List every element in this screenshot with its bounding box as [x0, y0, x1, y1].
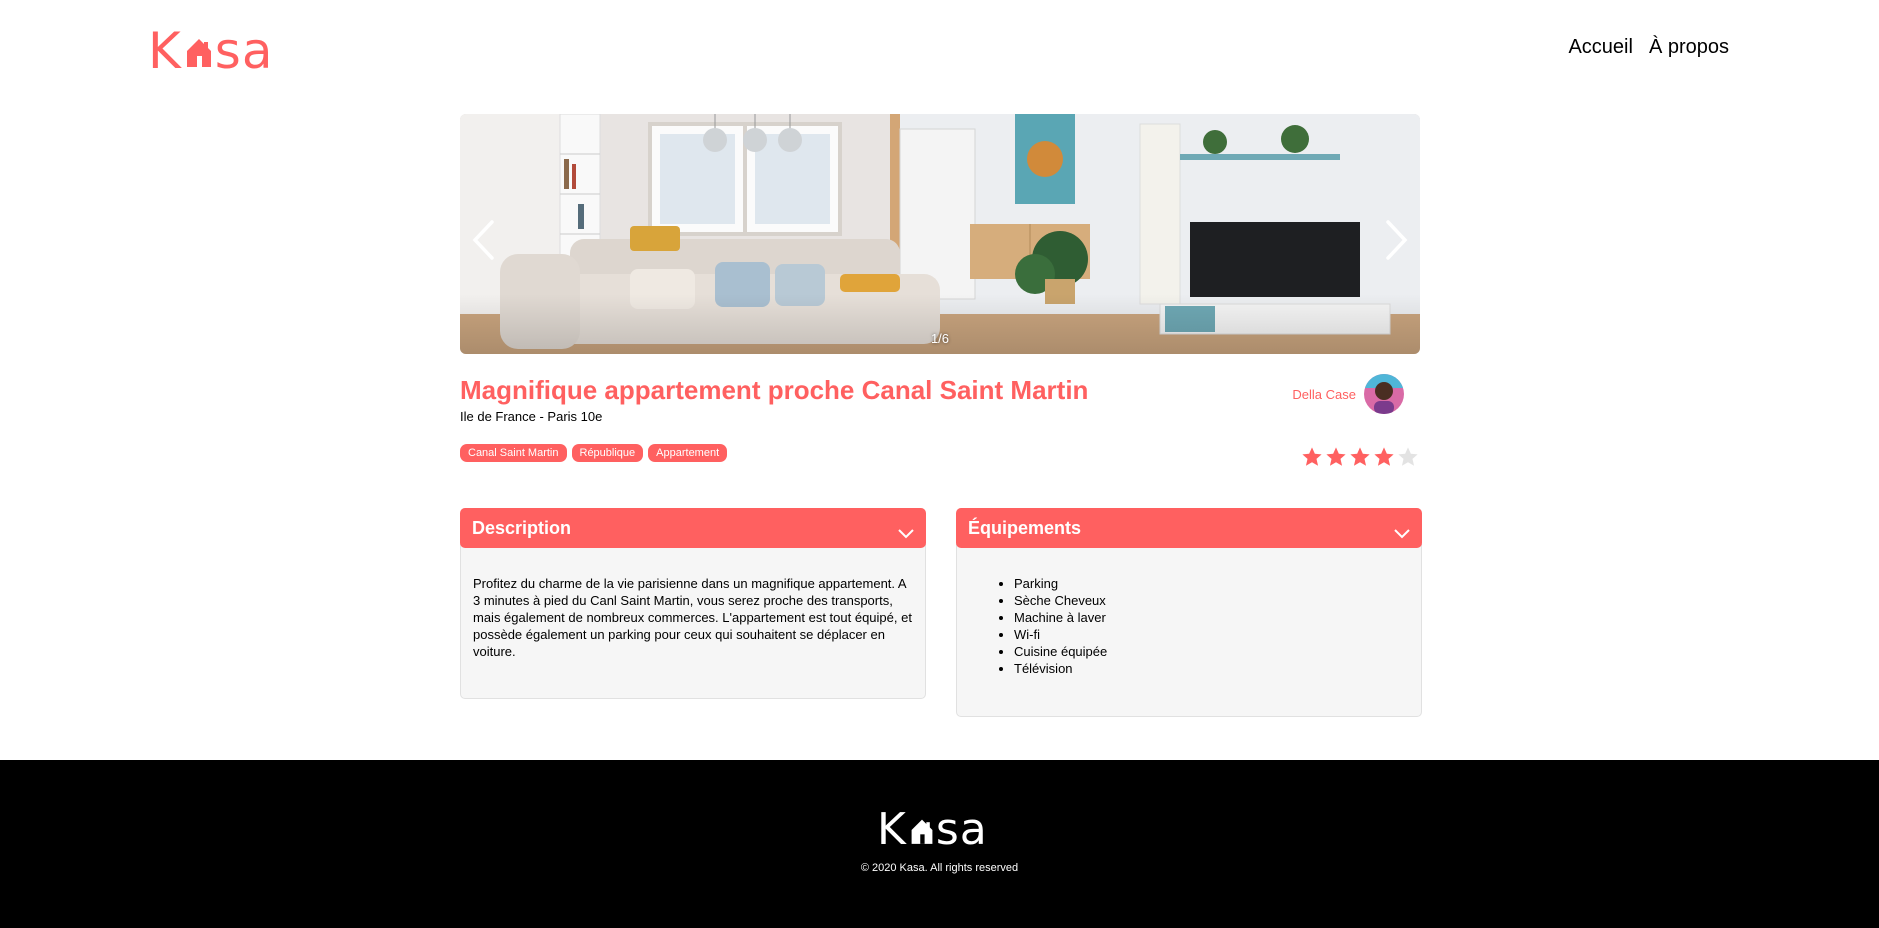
description-title: Description	[472, 517, 572, 538]
chevron-right-icon[interactable]	[1384, 219, 1410, 261]
description-toggle[interactable]: Description	[460, 508, 926, 548]
description-collapse: Description Profitez du charme de la vie…	[460, 508, 926, 699]
slide-counter: 1/6	[930, 331, 950, 346]
footer-logo: K sa	[877, 808, 988, 852]
equipments-title: Équipements	[968, 517, 1082, 538]
listing-location: Ile de France - Paris 10e	[460, 409, 603, 424]
star-icon	[1350, 447, 1370, 466]
star-icon	[1302, 447, 1322, 466]
house-icon	[186, 39, 211, 67]
house-icon	[911, 819, 933, 844]
avatar	[1364, 374, 1404, 414]
description-text: Profitez du charme de la vie parisienne …	[473, 576, 912, 659]
star-icon	[1326, 447, 1346, 466]
main-nav: Accueil À propos	[1568, 36, 1729, 59]
tag: Canal Saint Martin	[460, 444, 567, 462]
equipments-toggle[interactable]: Équipements	[956, 508, 1422, 548]
rating	[1301, 446, 1419, 468]
logo-letters-sa: sa	[935, 804, 988, 855]
description-body: Profitez du charme de la vie parisienne …	[460, 544, 926, 699]
footer: K sa © 2020 Kasa. All rights reserved	[0, 760, 1879, 928]
equipments-body: Parking Sèche Cheveux Machine à laver Wi…	[956, 544, 1422, 717]
tag: République	[571, 444, 644, 462]
star-icon	[1398, 447, 1418, 466]
list-item: Parking	[1014, 575, 1409, 592]
kasa-logo[interactable]: K sa	[148, 26, 274, 76]
logo-letter-k: K	[148, 22, 182, 80]
equipments-collapse: Équipements Parking Sèche Cheveux Machin…	[956, 508, 1422, 717]
chevron-left-icon[interactable]	[470, 219, 496, 261]
logo-letters-sa: sa	[214, 22, 274, 80]
photo-carousel: 1/6	[460, 114, 1420, 354]
host-name: Della Case	[1292, 386, 1356, 402]
list-item: Télévision	[1014, 660, 1409, 677]
list-item: Cuisine équipée	[1014, 643, 1409, 660]
star-icon	[1374, 447, 1394, 466]
chevron-down-icon	[898, 529, 914, 539]
chevron-down-icon	[1394, 529, 1410, 539]
logo-letter-k: K	[877, 804, 907, 855]
list-item: Machine à laver	[1014, 609, 1409, 626]
equipments-list: Parking Sèche Cheveux Machine à laver Wi…	[969, 575, 1409, 677]
tag-list: Canal Saint Martin République Appartemen…	[460, 444, 728, 462]
listing-title: Magnifique appartement proche Canal Sain…	[460, 375, 1089, 405]
apartment-photo	[460, 114, 1420, 354]
tag: Appartement	[648, 444, 728, 462]
nav-link-a-propos[interactable]: À propos	[1649, 36, 1729, 59]
host: Della Case	[1292, 374, 1404, 414]
list-item: Wi-fi	[1014, 626, 1409, 643]
copyright: © 2020 Kasa. All rights reserved	[860, 862, 1019, 874]
list-item: Sèche Cheveux	[1014, 592, 1409, 609]
nav-link-accueil[interactable]: Accueil	[1568, 36, 1632, 59]
